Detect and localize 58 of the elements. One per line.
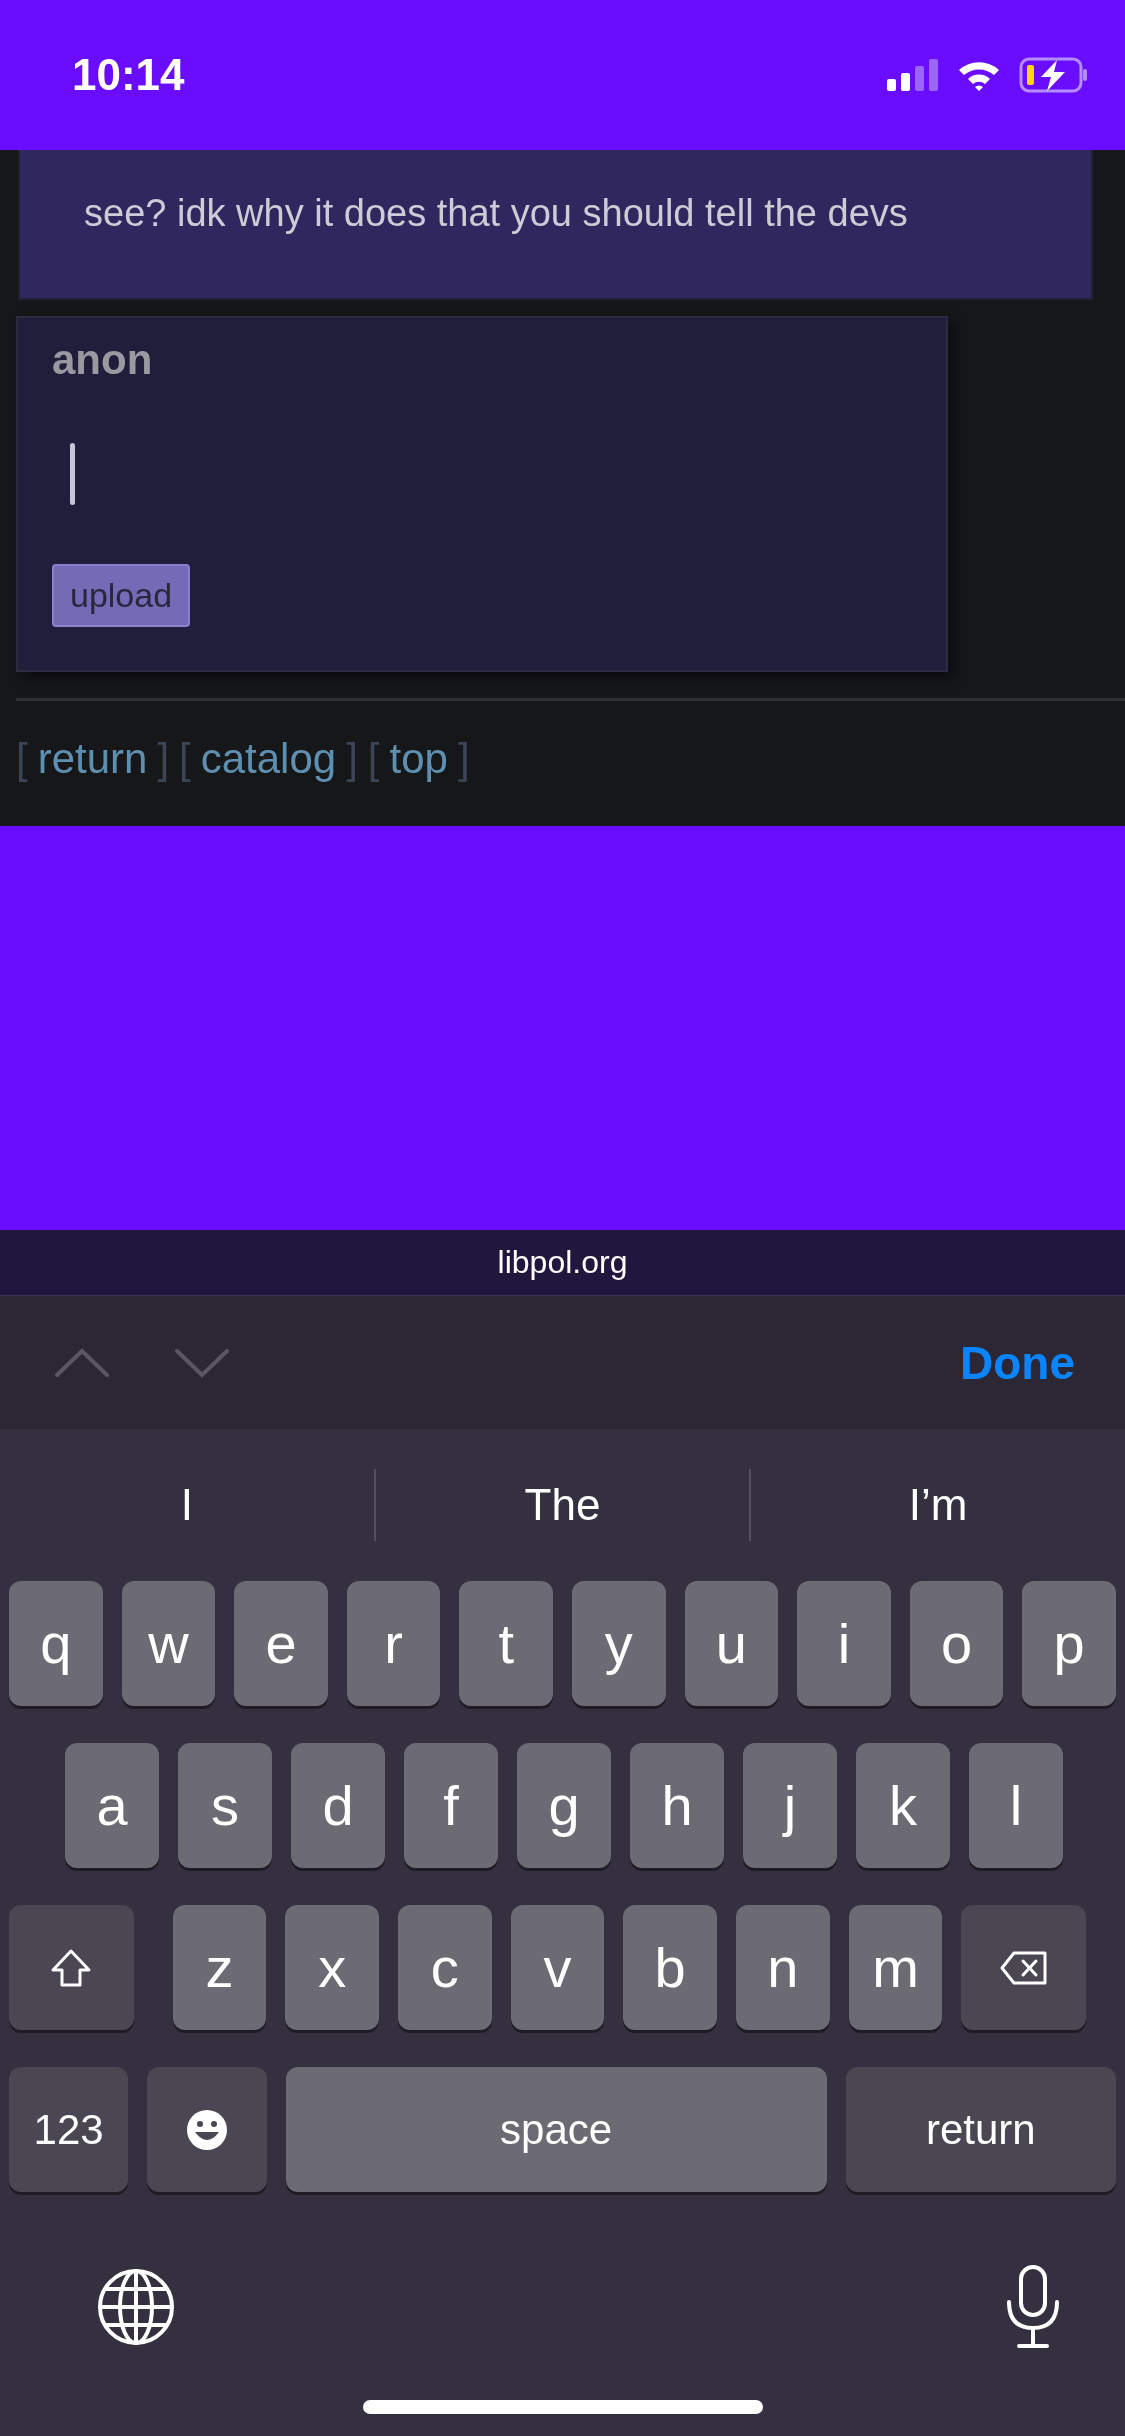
key[interactable]: l <box>969 1743 1063 1868</box>
key[interactable]: m <box>848 1905 943 2030</box>
key[interactable]: t <box>459 1581 553 1706</box>
key[interactable]: v <box>510 1905 605 2030</box>
key[interactable]: z <box>172 1905 267 2030</box>
key[interactable]: o <box>909 1581 1004 1706</box>
key[interactable]: a <box>65 1743 159 1868</box>
upload-button[interactable]: upload <box>52 564 191 627</box>
key[interactable]: f <box>404 1743 498 1868</box>
key[interactable]: w <box>121 1581 216 1706</box>
key[interactable]: y <box>571 1581 666 1706</box>
key[interactable]: b <box>623 1905 718 2030</box>
key[interactable]: j <box>743 1743 837 1868</box>
key[interactable]: h <box>630 1743 724 1868</box>
bracket: [ <box>179 735 191 783</box>
key[interactable]: e <box>234 1581 328 1706</box>
bracket: ] <box>457 735 470 783</box>
battery-charging-icon <box>1019 57 1089 93</box>
key[interactable]: p <box>1022 1581 1116 1706</box>
done-button[interactable]: Done <box>960 1335 1075 1390</box>
suggestion[interactable]: I’m <box>751 1429 1125 1581</box>
key[interactable]: u <box>684 1581 779 1706</box>
return-key[interactable]: return <box>845 2067 1116 2192</box>
suggestion[interactable]: I <box>0 1429 374 1581</box>
key[interactable]: i <box>797 1581 891 1706</box>
smiley-icon <box>184 2107 229 2152</box>
nav-link[interactable]: catalog <box>200 735 337 783</box>
key[interactable]: n <box>736 1905 830 2030</box>
globe-icon[interactable] <box>96 2267 176 2347</box>
suggestion[interactable]: The <box>375 1429 750 1581</box>
delete-icon <box>998 1949 1049 1986</box>
numbers-key[interactable]: 123 <box>9 2067 129 2192</box>
bracket: [ <box>16 735 28 783</box>
key[interactable]: r <box>346 1581 441 1706</box>
bracket: [ <box>367 735 380 783</box>
key[interactable]: k <box>856 1743 950 1868</box>
post-text: see? idk why it does that you should tell the devs <box>84 191 908 235</box>
key[interactable]: d <box>291 1743 385 1868</box>
url-bar[interactable]: libpol.org <box>0 1230 1125 1296</box>
key[interactable]: g <box>517 1743 611 1868</box>
url-text: libpol.org <box>497 1244 628 1281</box>
key[interactable]: s <box>178 1743 272 1868</box>
bracket: ] <box>157 735 170 783</box>
bracket: ] <box>346 735 358 783</box>
nav-link[interactable]: top <box>389 735 448 783</box>
signal-icon <box>887 59 939 91</box>
key[interactable]: x <box>285 1905 379 2030</box>
space-key[interactable]: space <box>285 2067 827 2192</box>
key[interactable]: q <box>9 1581 103 1706</box>
poster-name: anon <box>52 336 153 384</box>
status-time: 10:14 <box>72 50 185 100</box>
nav-link[interactable]: return <box>37 735 148 783</box>
text-cursor <box>70 443 75 505</box>
emoji-key[interactable] <box>147 2067 267 2192</box>
delete-key[interactable] <box>961 1905 1086 2030</box>
wifi-icon <box>957 59 1001 91</box>
shift-key[interactable] <box>9 1905 134 2030</box>
key[interactable]: c <box>397 1905 492 2030</box>
